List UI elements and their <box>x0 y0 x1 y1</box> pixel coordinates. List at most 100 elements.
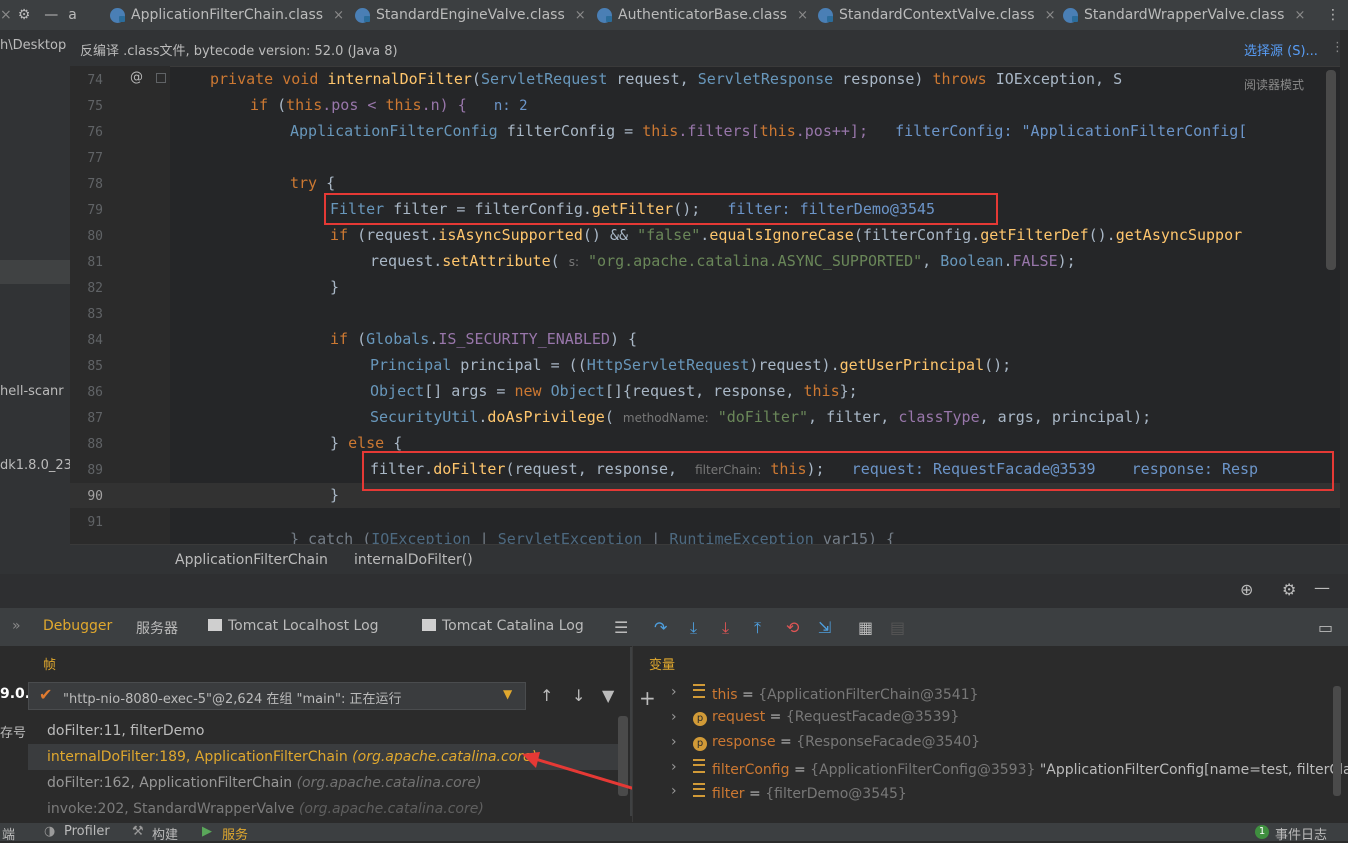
step-out-icon[interactable]: ⤒ <box>754 618 761 638</box>
variable-this[interactable]: › this = {ApplicationFilterChain@3541} <box>671 684 979 703</box>
line-number: 81 <box>87 255 103 270</box>
status-services[interactable]: 服务 <box>222 824 248 843</box>
more-icon[interactable]: ⋮ <box>1331 40 1340 55</box>
decompiler-banner: 反编译 .class文件, bytecode version: 52.0 (Ja… <box>70 30 1340 67</box>
trace-icon[interactable]: ▤ <box>890 618 905 637</box>
tab-list-dropdown[interactable]: ⋮ <box>1318 0 1348 30</box>
variables-scrollbar[interactable] <box>1333 686 1341 796</box>
line-number: 78 <box>87 177 103 192</box>
force-step-into-icon[interactable]: ⤓ <box>722 618 729 638</box>
field-icon <box>693 684 705 698</box>
step-into-icon[interactable]: ⤓ <box>690 618 697 638</box>
class-file-icon <box>355 7 370 23</box>
frame-item[interactable]: invoke:202, StandardWrapperValve (org.ap… <box>47 801 484 817</box>
fold-icon[interactable] <box>156 73 166 83</box>
selected-tree-row[interactable] <box>0 260 70 284</box>
gear-icon[interactable]: ⚙ <box>1282 580 1296 599</box>
tree-item[interactable]: hell-scanr <box>0 384 64 399</box>
arrow-up-icon[interactable]: ↑ <box>540 686 553 705</box>
tab-server[interactable]: 服务器 <box>136 618 178 638</box>
breadcrumb-class[interactable]: ApplicationFilterChain <box>175 552 328 568</box>
line-number: 89 <box>87 463 103 478</box>
line-number: 80 <box>87 229 103 244</box>
breadcrumb-method[interactable]: internalDoFilter() <box>354 552 473 568</box>
thread-selector[interactable]: ✔ "http-nio-8080-exec-5"@2,624 在组 "main"… <box>28 682 526 710</box>
status-profiler[interactable]: Profiler <box>64 824 110 839</box>
chevron-right-icon[interactable]: › <box>671 783 677 799</box>
tab-tomcat-catalina-log[interactable]: Tomcat Catalina Log <box>422 618 584 634</box>
override-annotation-icon[interactable]: @ <box>130 70 143 85</box>
tree-item[interactable]: dk1.8.0_23 <box>0 458 70 473</box>
arrow-down-icon[interactable]: ↓ <box>572 686 585 705</box>
hide-icon[interactable]: — <box>1314 578 1330 597</box>
tab-debugger[interactable]: Debugger <box>43 618 112 634</box>
code-line-85: Principal principal = ((HttpServletReque… <box>370 356 1012 374</box>
line-number: 76 <box>87 125 103 140</box>
run-to-cursor-icon[interactable]: ⇲ <box>818 618 831 637</box>
check-icon: ✔ <box>39 685 53 704</box>
close-icon[interactable]: × <box>797 8 808 23</box>
profiler-icon: ◑ <box>44 824 56 839</box>
add-watch-icon[interactable]: + <box>639 686 656 710</box>
class-file-icon <box>1063 7 1078 23</box>
chevron-right-icon[interactable]: › <box>671 684 677 700</box>
variable-filterconfig[interactable]: › filterConfig = {ApplicationFilterConfig… <box>671 759 1348 778</box>
drop-frame-icon[interactable]: ⟲ <box>786 618 799 637</box>
evaluate-expression-icon[interactable]: ▦ <box>858 618 873 637</box>
project-path[interactable]: h\Desktop <box>0 38 66 53</box>
frame-item-selected[interactable]: internalDoFilter:189, ApplicationFilterC… <box>47 749 537 765</box>
chevron-right-icon[interactable]: › <box>671 759 677 775</box>
reader-mode-toggle[interactable]: 阅读器模式 <box>1244 76 1304 93</box>
filter-icon[interactable]: ▼ <box>602 686 614 705</box>
variables-label: 变量 <box>649 658 676 673</box>
frame-item[interactable]: doFilter:162, ApplicationFilterChain (or… <box>47 775 481 791</box>
annotation-arrow <box>522 752 646 794</box>
status-event-log[interactable]: 事件日志 <box>1275 824 1327 843</box>
class-file-icon <box>110 7 125 23</box>
settings-icon[interactable]: ⚙ <box>18 7 31 23</box>
close-icon[interactable]: × <box>575 8 586 23</box>
tab-tomcat-localhost-log[interactable]: Tomcat Localhost Log <box>208 618 379 634</box>
layout-menu-icon[interactable]: ☰ <box>614 618 628 637</box>
restore-layout-icon[interactable]: ▭ <box>1318 618 1333 637</box>
close-icon[interactable]: × <box>1045 8 1056 23</box>
step-over-icon[interactable]: ↷ <box>654 618 667 637</box>
code-line-87: SecurityUtil.doAsPrivilege( methodName: … <box>370 408 1152 426</box>
line-number: 91 <box>87 515 103 530</box>
minimize-icon[interactable]: — <box>44 7 58 23</box>
variable-response[interactable]: › p response = {ResponseFacade@3540} <box>671 734 980 751</box>
more-tabs-icon[interactable]: » <box>12 618 21 634</box>
tab-close-icon[interactable]: × <box>0 7 12 23</box>
status-terminal[interactable]: 端 <box>2 824 15 843</box>
chevron-right-icon[interactable]: › <box>671 709 677 725</box>
tab-partial[interactable]: × ⚙ — a <box>0 0 77 30</box>
variable-filter[interactable]: › filter = {filterDemo@3545} <box>671 783 907 802</box>
code-line-76: ApplicationFilterConfig filterConfig = t… <box>290 122 1248 140</box>
code-line-92-partial: } catch (IOException | ServletException … <box>290 530 896 544</box>
tab-standard-engine-valve[interactable]: StandardEngineValve.class × <box>355 0 586 30</box>
tab-application-filter-chain[interactable]: ApplicationFilterChain.class × <box>110 0 344 30</box>
line-number: 83 <box>87 307 103 322</box>
tab-label: AuthenticatorBase.class <box>618 7 788 23</box>
parameter-icon: p <box>693 737 707 751</box>
line-number: 75 <box>87 99 103 114</box>
code-editor[interactable]: 反编译 .class文件, bytecode version: 52.0 (Ja… <box>70 30 1340 544</box>
status-build[interactable]: 构建 <box>152 824 178 843</box>
choose-source-link[interactable]: 选择源 (S)... <box>1244 40 1318 59</box>
frame-item[interactable]: doFilter:11, filterDemo <box>47 723 204 739</box>
services-icon: ▶ <box>202 824 212 839</box>
variable-request[interactable]: › p request = {RequestFacade@3539} <box>671 709 959 726</box>
status-bar: 端 ◑ Profiler ⚒ 构建 ▶ 服务 1 事件日志 <box>0 822 1348 843</box>
chevron-right-icon[interactable]: › <box>671 734 677 750</box>
close-icon[interactable]: × <box>1294 8 1305 23</box>
tab-standard-context-valve[interactable]: StandardContextValve.class × <box>818 0 1056 30</box>
close-icon[interactable]: × <box>333 8 344 23</box>
tab-authenticator-base[interactable]: AuthenticatorBase.class × <box>597 0 808 30</box>
editor-scrollbar[interactable] <box>1326 70 1336 270</box>
field-icon <box>693 759 705 773</box>
debug-header: ⊕ ⚙ — <box>0 574 1348 608</box>
tab-standard-wrapper-valve[interactable]: StandardWrapperValve.class × <box>1063 0 1305 30</box>
line-number-current: 90 <box>87 489 103 504</box>
crosshair-icon[interactable]: ⊕ <box>1240 580 1253 599</box>
line-number: 82 <box>87 281 103 296</box>
